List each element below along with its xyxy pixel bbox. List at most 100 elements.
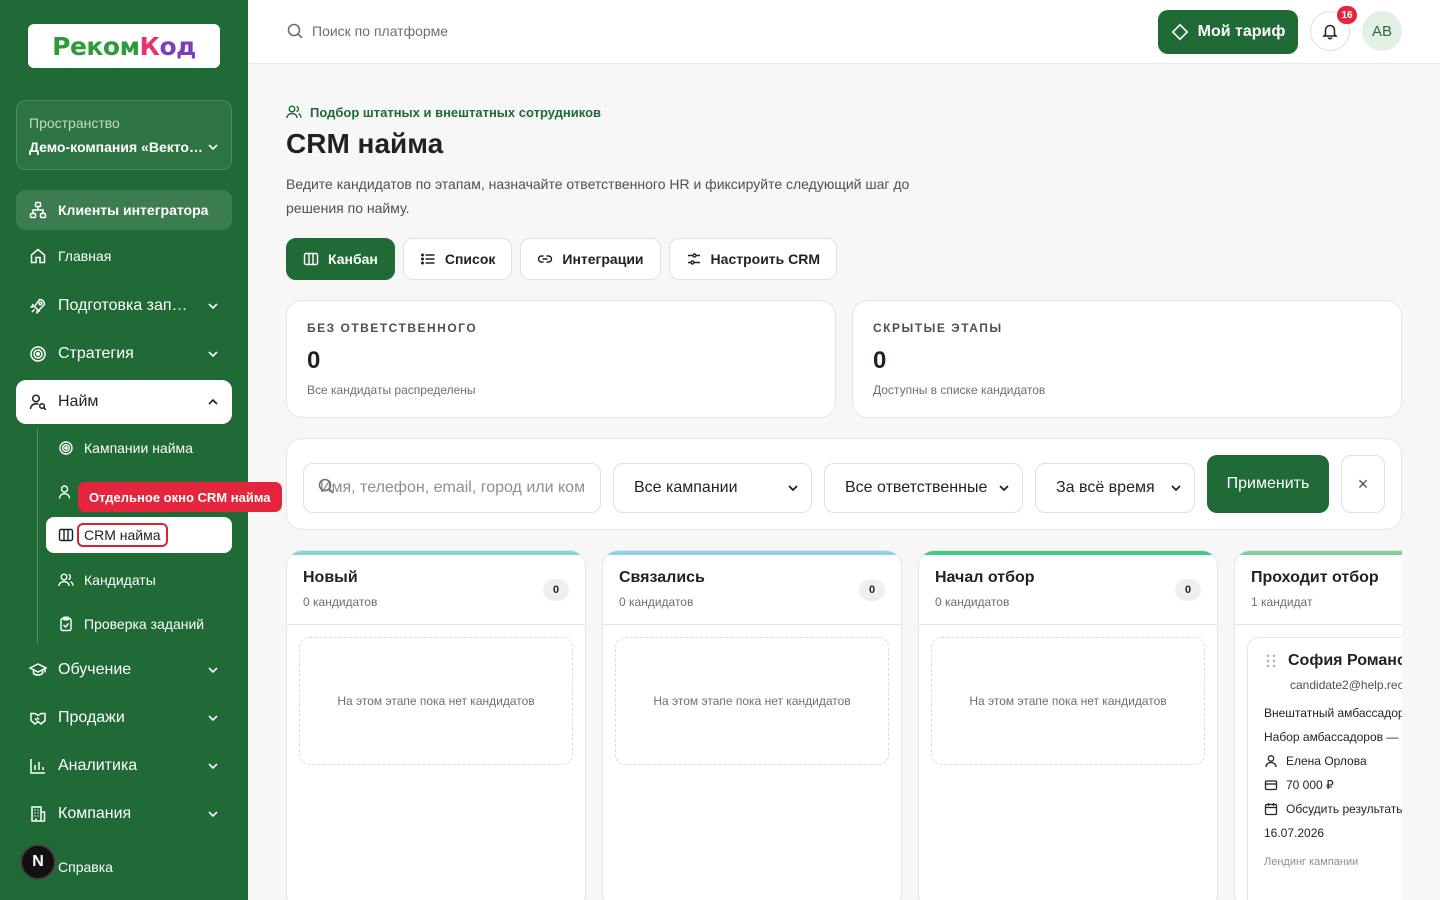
reset-filters-button[interactable]: × bbox=[1341, 455, 1385, 513]
user-icon bbox=[58, 484, 74, 500]
stat-note: Все кандидаты распределены bbox=[307, 383, 476, 397]
stat-caption: СКРЫТЫЕ ЭТАПЫ bbox=[873, 321, 1003, 335]
nav-company[interactable]: Компания bbox=[16, 794, 232, 834]
link-icon bbox=[538, 255, 553, 263]
nav-strategy[interactable]: Стратегия bbox=[16, 334, 232, 374]
tab-list[interactable]: Список bbox=[402, 238, 513, 280]
period-select[interactable]: За всё время bbox=[1035, 463, 1195, 513]
topbar: Поиск по платформе Мой тариф 16 АВ bbox=[248, 0, 1440, 64]
campaign-select[interactable]: Все кампании bbox=[613, 463, 812, 513]
column-header: Новый 0 кандидатов 0 bbox=[287, 555, 585, 625]
workspace-selector[interactable]: Пространство Демо-компания «Векто… bbox=[16, 100, 232, 170]
stat-value: 0 bbox=[307, 347, 321, 374]
chevron-down-icon bbox=[206, 760, 220, 772]
chevron-down-icon bbox=[206, 300, 220, 312]
sub-item-label: Кандидаты bbox=[84, 572, 156, 588]
candidate-role: Внештатный амбассадор bbox=[1264, 706, 1402, 720]
column-badge: 0 bbox=[859, 579, 885, 601]
view-tabs: Канбан Список Интеграции Настроить CRM bbox=[286, 238, 838, 280]
tab-integrations[interactable]: Интеграции bbox=[520, 238, 661, 280]
empty-dropzone[interactable]: На этом этапе пока нет кандидатов bbox=[615, 637, 889, 765]
wallet-icon bbox=[1264, 780, 1278, 791]
page-title: CRM найма bbox=[286, 128, 444, 159]
candidate-name: София Романо bbox=[1264, 652, 1402, 670]
chevron-up-icon bbox=[206, 396, 220, 408]
network-icon bbox=[28, 200, 48, 220]
help-avatar[interactable]: N bbox=[20, 844, 56, 880]
apply-filters-button[interactable]: Применить bbox=[1207, 455, 1329, 513]
nav-label: Стратегия bbox=[58, 345, 134, 362]
page-eyebrow: Подбор штатных и внештатных сотрудников bbox=[286, 104, 601, 120]
nav-hiring[interactable]: Найм bbox=[16, 380, 232, 424]
nav-label: Найм bbox=[58, 393, 99, 410]
search-icon bbox=[318, 478, 334, 494]
user-avatar[interactable]: АВ bbox=[1362, 11, 1402, 51]
nav-sales[interactable]: Продажи bbox=[16, 698, 232, 738]
nav-label: Продажи bbox=[58, 709, 125, 726]
nav-analytics[interactable]: Аналитика bbox=[16, 746, 232, 786]
diamond-icon bbox=[1171, 23, 1188, 41]
candidate-next-step-date: 16.07.2026 bbox=[1264, 826, 1325, 840]
sub-item-candidates[interactable]: Кандидаты bbox=[46, 562, 232, 598]
handshake-icon bbox=[28, 708, 48, 728]
chevron-down-icon bbox=[206, 664, 220, 676]
chevron-down-icon bbox=[208, 144, 218, 151]
my-plan-button[interactable]: Мой тариф bbox=[1158, 10, 1298, 54]
empty-dropzone[interactable]: На этом этапе пока нет кандидатов bbox=[299, 637, 573, 765]
notifications-badge: 16 bbox=[1337, 6, 1357, 24]
search-icon bbox=[287, 23, 303, 39]
platform-search[interactable]: Поиск по платформе bbox=[286, 22, 448, 40]
candidate-card[interactable]: София Романо candidate2@help.rec Внештат… bbox=[1247, 637, 1402, 900]
column-count: 0 кандидатов bbox=[619, 595, 694, 609]
filters-panel: Все кампании Все ответственные За всё вр… bbox=[286, 438, 1402, 530]
search-placeholder: Поиск по платформе bbox=[312, 23, 449, 39]
column-title: Начал отбор bbox=[935, 569, 1035, 586]
owner-select[interactable]: Все ответственные bbox=[824, 463, 1023, 513]
tab-crm-settings[interactable]: Настроить CRM bbox=[668, 238, 838, 280]
column-count: 1 кандидат bbox=[1251, 595, 1313, 609]
chevron-down-icon bbox=[206, 808, 220, 820]
tab-kanban[interactable]: Канбан bbox=[286, 238, 395, 280]
kanban-column-selection-started: Начал отбор 0 кандидатов 0 На этом этапе… bbox=[918, 550, 1218, 900]
nav-label: Обучение bbox=[58, 661, 132, 678]
sub-item-hiring-campaigns[interactable]: Кампании найма bbox=[46, 430, 232, 466]
stat-note: Доступны в списке кандидатов bbox=[873, 383, 1046, 397]
kanban-column-contacted: Связались 0 кандидатов 0 На этом этапе п… bbox=[602, 550, 902, 900]
candidate-next-step: Обсудить результать bbox=[1264, 802, 1402, 816]
clipboard-icon bbox=[58, 616, 74, 632]
nav-label: Клиенты интегратора bbox=[58, 202, 209, 218]
workspace-name: Демо-компания «Векто… bbox=[29, 139, 219, 155]
nav-label: Подготовка зап… bbox=[58, 297, 188, 314]
list-icon bbox=[420, 253, 435, 265]
stat-card-hidden-stages: СКРЫТЫЕ ЭТАПЫ 0 Доступны в списке кандид… bbox=[852, 300, 1402, 418]
nav-label: Аналитика bbox=[58, 757, 138, 774]
nav-integrator-clients[interactable]: Клиенты интегратора bbox=[16, 190, 232, 230]
drag-handle-icon[interactable] bbox=[1264, 653, 1278, 669]
sub-item-label: CRM найма bbox=[77, 523, 168, 547]
rocket-icon bbox=[28, 296, 48, 316]
candidate-search-input[interactable] bbox=[303, 463, 601, 513]
close-icon: × bbox=[1357, 473, 1369, 494]
column-title: Проходит отбор bbox=[1251, 569, 1379, 586]
bar-chart-icon bbox=[28, 756, 48, 776]
main-content: Подбор штатных и внештатных сотрудников … bbox=[248, 64, 1440, 900]
help-link[interactable]: Справка bbox=[58, 859, 113, 875]
sub-item-crm-hiring[interactable]: CRM найма bbox=[46, 517, 232, 553]
column-title: Новый bbox=[303, 569, 358, 586]
stat-value: 0 bbox=[873, 347, 887, 374]
users-icon bbox=[58, 572, 74, 588]
nav-preparation[interactable]: Подготовка зап… bbox=[16, 286, 232, 326]
chevron-down-icon bbox=[206, 712, 220, 724]
bell-icon bbox=[1322, 24, 1338, 40]
column-header: Проходит отбор 1 кандидат bbox=[1235, 555, 1402, 625]
nav-training[interactable]: Обучение bbox=[16, 650, 232, 690]
empty-dropzone[interactable]: На этом этапе пока нет кандидатов bbox=[931, 637, 1205, 765]
stat-card-unassigned: БЕЗ ОТВЕТСТВЕННОГО 0 Все кандидаты распр… bbox=[286, 300, 836, 418]
kanban-column-new: Новый 0 кандидатов 0 На этом этапе пока … bbox=[286, 550, 586, 900]
sidebar: Реком Код Пространство Демо-компания «Век… bbox=[0, 0, 248, 900]
sub-item-task-review[interactable]: Проверка заданий bbox=[46, 606, 232, 642]
nav-home[interactable]: Главная bbox=[16, 236, 232, 276]
logo[interactable]: Реком Код bbox=[28, 24, 220, 68]
chevron-down-icon bbox=[999, 485, 1009, 492]
candidate-owner: Елена Орлова bbox=[1264, 754, 1402, 768]
